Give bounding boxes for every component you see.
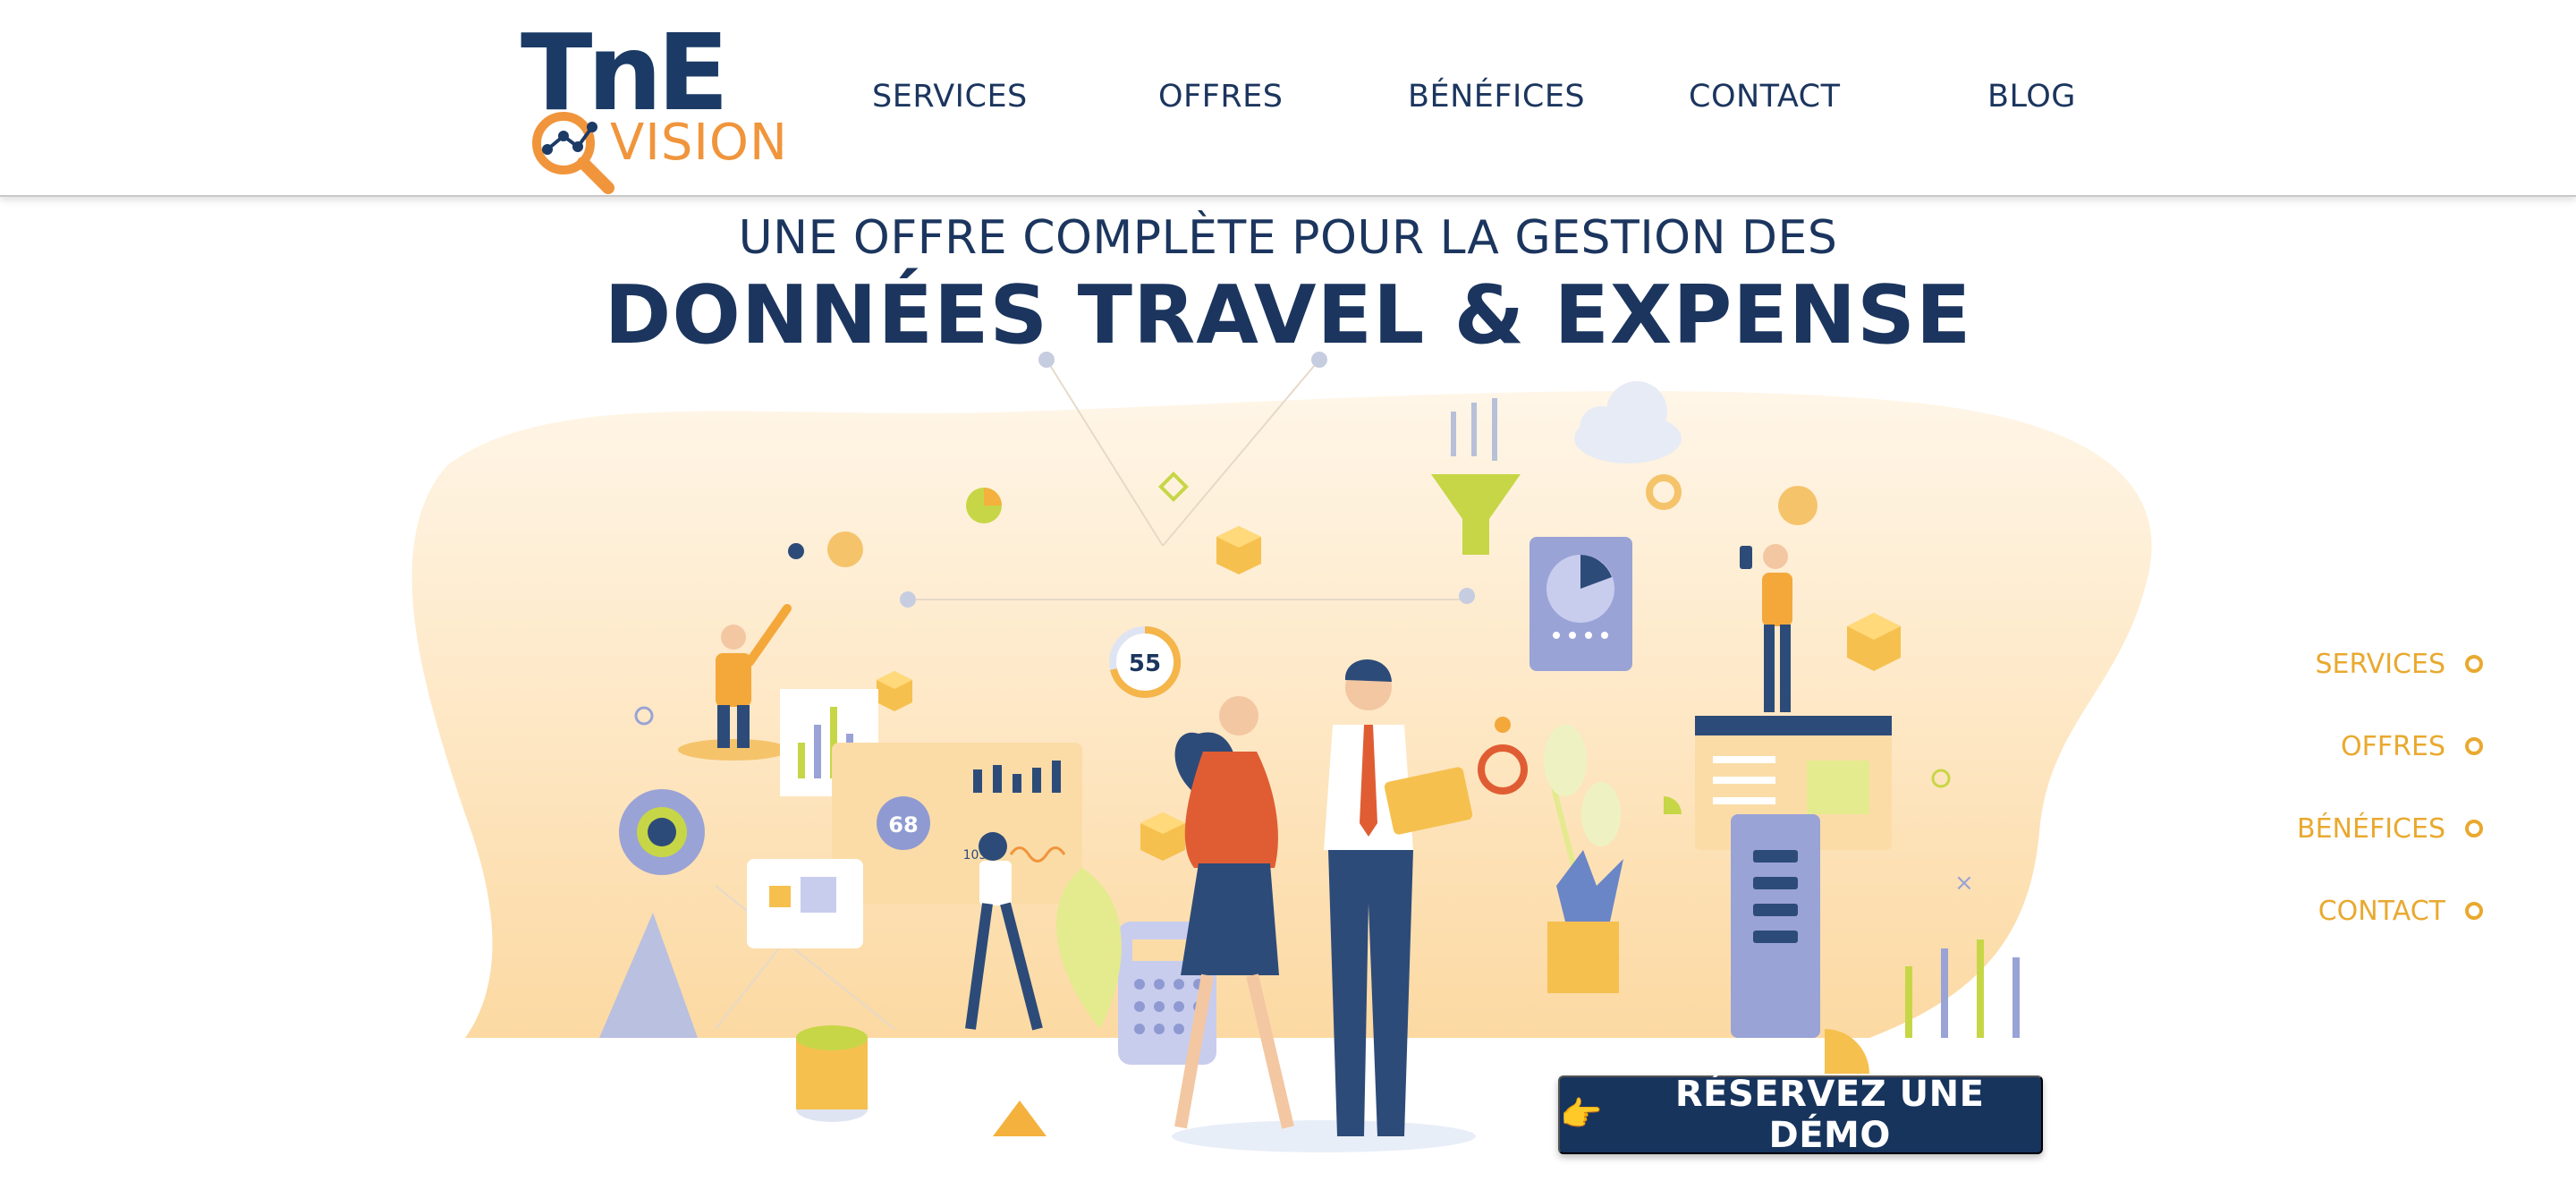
side-nav-label: SERVICES <box>2315 648 2445 680</box>
side-nav-dot-icon[interactable] <box>2465 902 2483 920</box>
node-dot <box>827 531 863 567</box>
side-nav-label: OFFRES <box>2341 730 2445 762</box>
nav-offres[interactable]: OFFRES <box>1158 79 1283 115</box>
book-demo-label: RÉSERVEZ UNE DÉMO <box>1674 1074 1985 1156</box>
gauge-68-label: 68 <box>888 812 918 837</box>
pyramid-icon <box>993 1101 1046 1136</box>
donut-chart-icon <box>619 789 705 875</box>
network-node <box>900 591 916 608</box>
nav-services[interactable]: SERVICES <box>872 79 1028 115</box>
side-nav-offres[interactable]: OFFRES <box>2341 727 2483 766</box>
hero-illustration: 55 68 105 × <box>411 352 2152 1152</box>
side-nav-services[interactable]: SERVICES <box>2315 644 2483 684</box>
nav-contact[interactable]: CONTACT <box>1689 79 1840 115</box>
nav-blog[interactable]: BLOG <box>1987 79 2076 115</box>
node-dot <box>788 543 804 559</box>
network-node <box>1311 352 1327 368</box>
side-nav-dot-icon[interactable] <box>2465 655 2483 673</box>
background-blob <box>411 391 2152 1038</box>
side-nav-benefices[interactable]: BÉNÉFICES <box>2297 809 2483 848</box>
side-nav-label: CONTACT <box>2318 895 2445 927</box>
cylinder-chart-icon <box>796 1025 868 1122</box>
gauge-55: 55 <box>1109 625 1182 698</box>
book-demo-button[interactable]: 👉 RÉSERVEZ UNE DÉMO <box>1558 1074 2043 1156</box>
node-dot <box>1495 717 1511 733</box>
side-nav-label: BÉNÉFICES <box>2297 812 2445 845</box>
main-nav: SERVICES OFFRES BÉNÉFICES CONTACT BLOG <box>0 79 2576 125</box>
hero-subtitle: UNE OFFRE COMPLÈTE POUR LA GESTION DES <box>738 211 1838 265</box>
analytics-dashboard: 68 105 <box>832 743 1082 904</box>
pointing-hand-icon: 👉 <box>1560 1096 1603 1134</box>
server-tower-icon <box>1731 814 1820 1038</box>
gauge-55-label: 55 <box>1129 650 1161 677</box>
side-nav-dot-icon[interactable] <box>2465 820 2483 837</box>
site-header: TnE VISION SERVICES OFFRES BÉNÉFICES CON… <box>0 0 2576 197</box>
network-node <box>1038 352 1055 368</box>
network-node <box>1459 588 1475 604</box>
nav-benefices[interactable]: BÉNÉFICES <box>1408 79 1585 115</box>
side-nav-dot-icon[interactable] <box>2465 737 2483 755</box>
cross-icon: × <box>1954 870 1974 897</box>
side-nav-contact[interactable]: CONTACT <box>2318 891 2483 931</box>
node-dot <box>1778 486 1818 525</box>
